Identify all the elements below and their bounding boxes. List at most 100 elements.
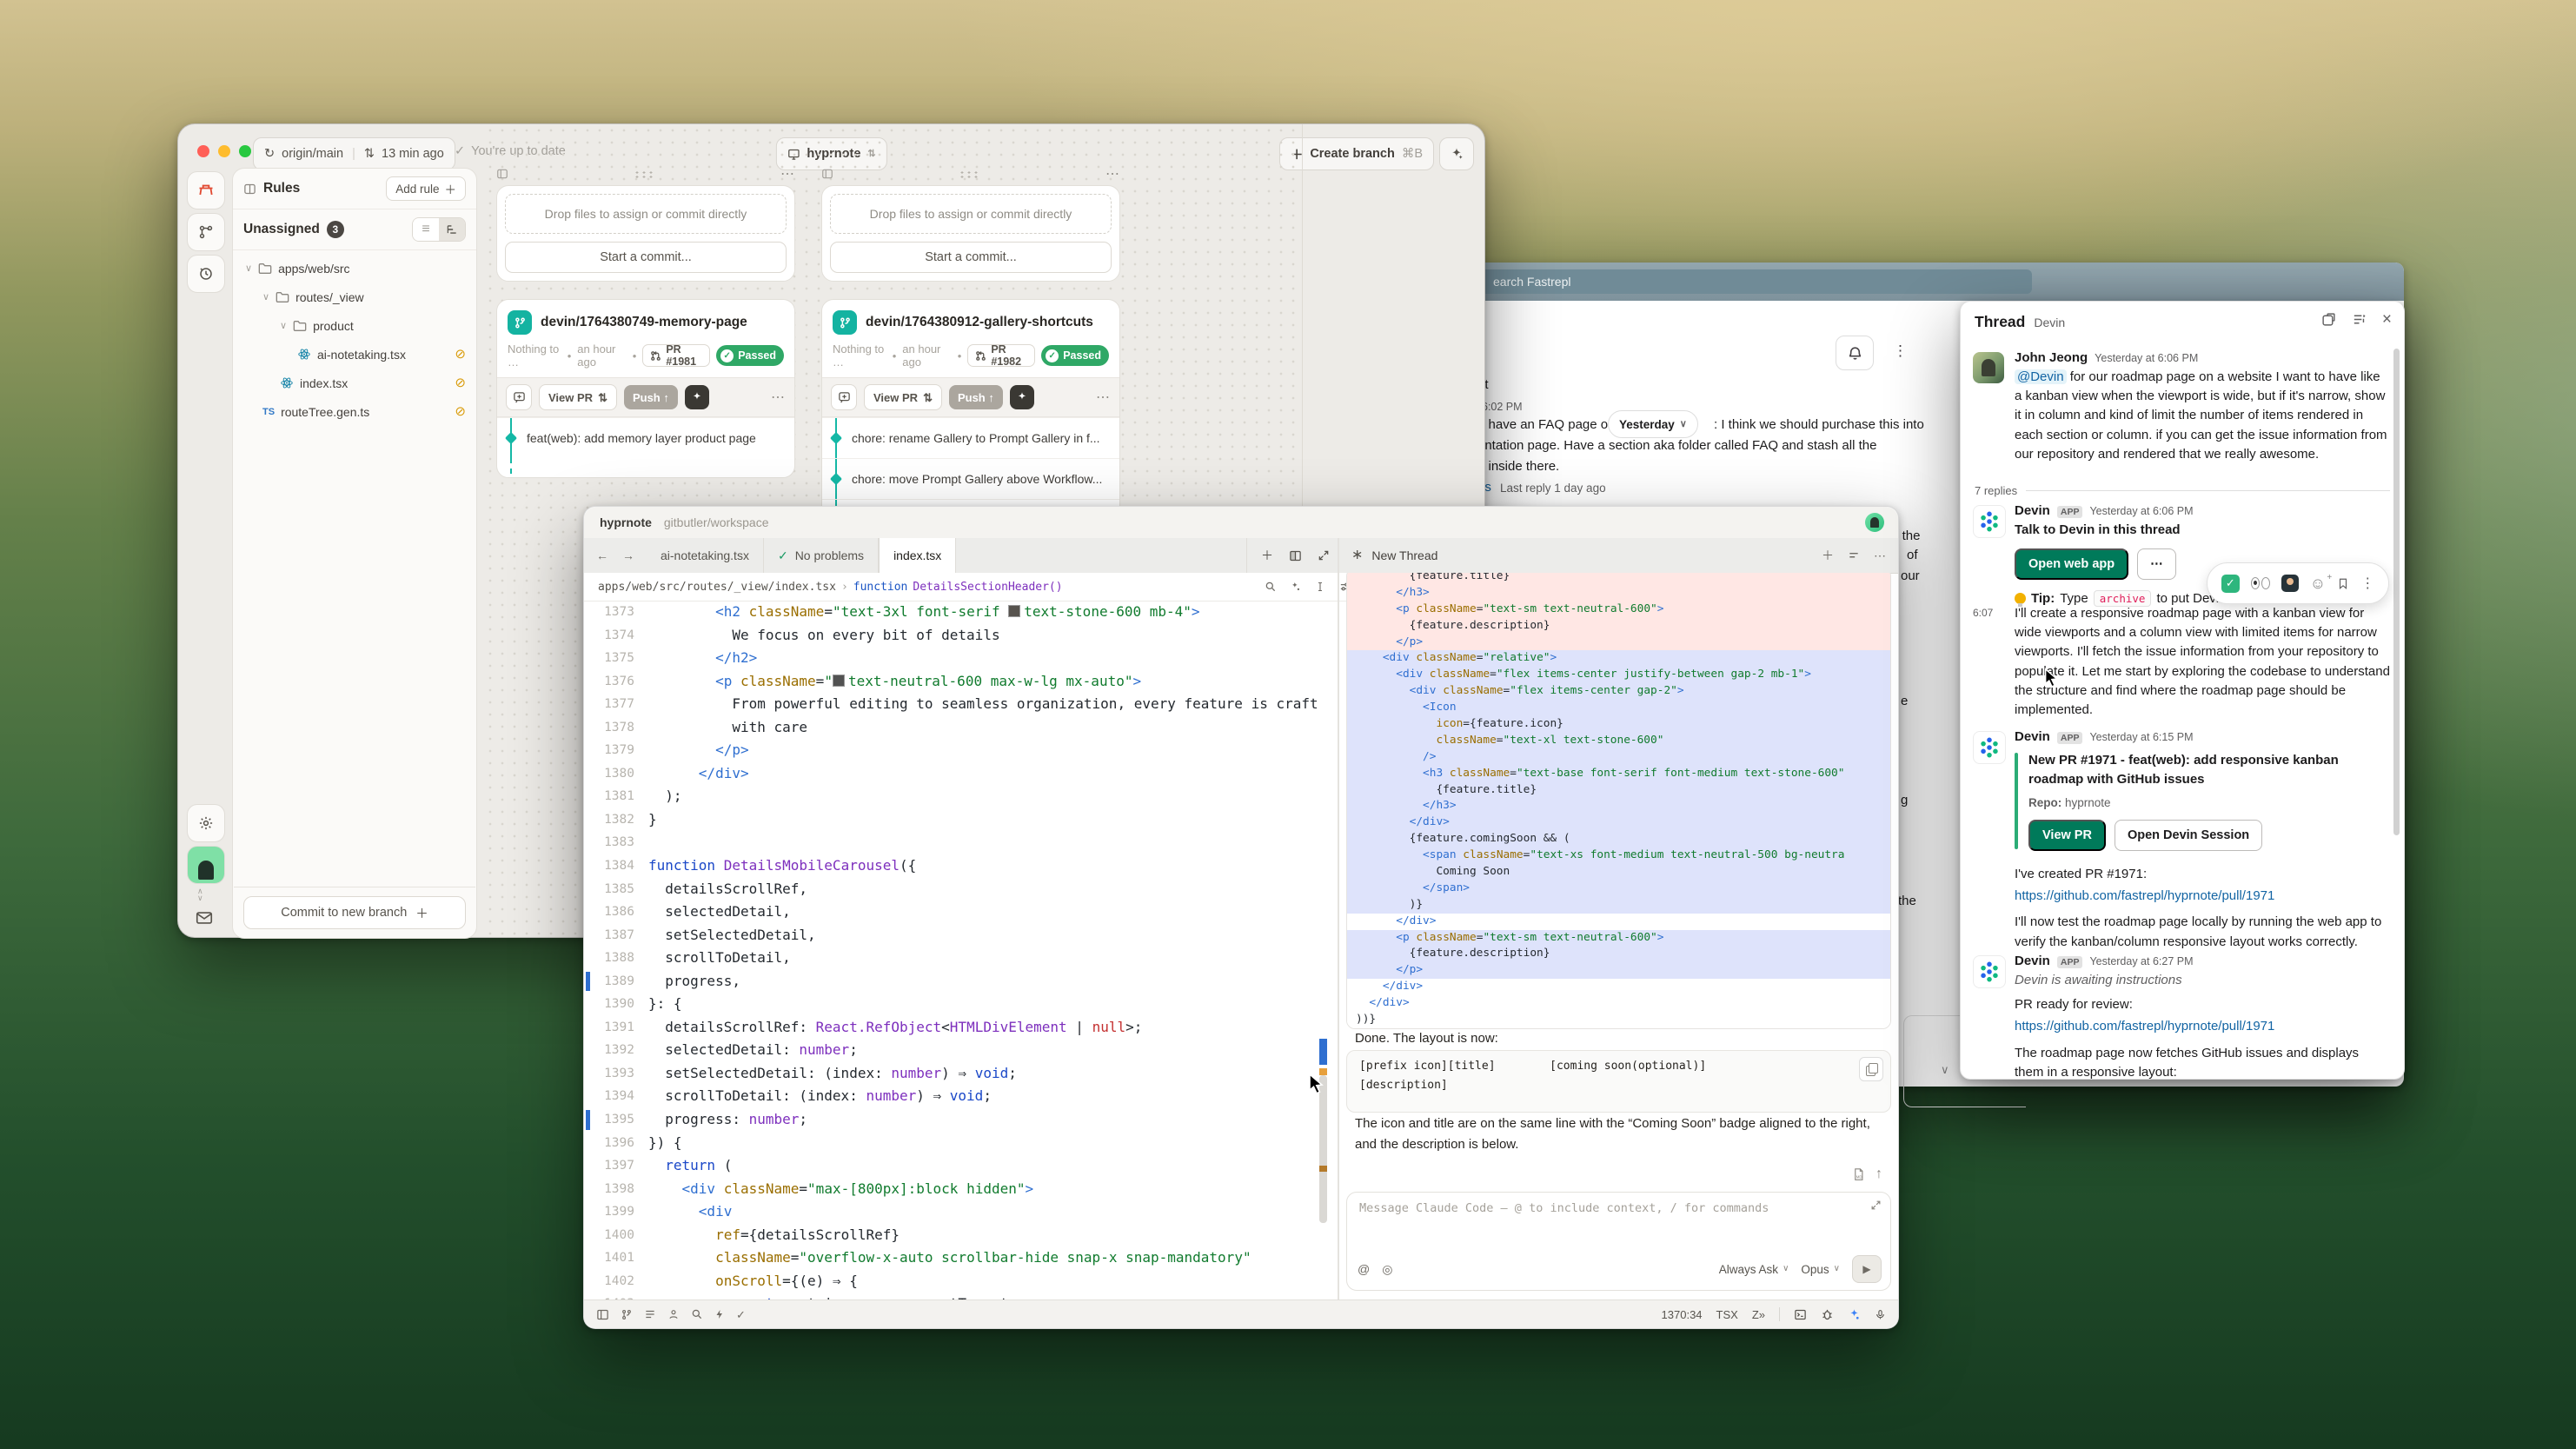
- code-line-1382[interactable]: 1382}: [584, 808, 1318, 832]
- tree-item-product[interactable]: ∨product: [233, 311, 476, 340]
- commit-row[interactable]: chore: move Prompt Gallery above Workflo…: [822, 458, 1119, 499]
- ibeam-cursor-icon[interactable]: [1315, 581, 1325, 593]
- claude-composer[interactable]: Message Claude Code — @ to include conte…: [1346, 1192, 1891, 1291]
- thread-settings-icon[interactable]: [2352, 312, 2367, 327]
- tree-view-button[interactable]: [439, 218, 465, 241]
- drag-handle-icon[interactable]: [959, 170, 981, 178]
- vim-mode-indicator[interactable]: Z»: [1752, 1308, 1765, 1321]
- open-devin-session-button[interactable]: Open Devin Session: [2115, 820, 2262, 851]
- ai-commit-button[interactable]: [685, 385, 709, 409]
- thread-scrollbar[interactable]: [2393, 349, 2400, 835]
- date-divider-pill[interactable]: Yesterday∨: [1608, 410, 1698, 438]
- thread-list-icon[interactable]: [1848, 549, 1860, 562]
- markdown-file-icon[interactable]: MD: [1852, 1167, 1865, 1181]
- commit-to-new-branch-button[interactable]: Commit to new branch ＋: [243, 896, 466, 929]
- tab-index-tsx[interactable]: index.tsx: [879, 538, 956, 573]
- code-line-1393[interactable]: 1393 setSelectedDetail: (index: number) …: [584, 1062, 1318, 1086]
- view-pr-button[interactable]: View PR: [2028, 820, 2106, 851]
- code-line-1394[interactable]: 1394 scrollToDetail: (index: number) ⇒ v…: [584, 1085, 1318, 1108]
- branch-menu-icon[interactable]: ⋯: [1096, 389, 1111, 406]
- check-emoji-reaction[interactable]: ✓: [2221, 575, 2240, 593]
- branch-name[interactable]: devin/1764380749-memory-page: [541, 315, 747, 330]
- context-target-icon[interactable]: ◎: [1382, 1263, 1392, 1275]
- code-line-1376[interactable]: 1376 <p className="text-neutral-600 max-…: [584, 670, 1318, 694]
- code-line-1378[interactable]: 1378 with care: [584, 716, 1318, 740]
- add-reaction-icon[interactable]: ☺+: [2310, 575, 2326, 593]
- lane-menu-icon[interactable]: ⋯: [780, 165, 795, 183]
- tab-ai-notetaking[interactable]: ai-notetaking.tsx: [647, 538, 764, 573]
- code-line-1399[interactable]: 1399 <div: [584, 1200, 1318, 1224]
- model-select[interactable]: Opus∨: [1801, 1263, 1840, 1276]
- pr-pill[interactable]: PR #1982: [967, 344, 1035, 367]
- commit-row[interactable]: feat(web): add memory layer product page: [497, 417, 794, 458]
- technologist-emoji-reaction[interactable]: [2281, 575, 2299, 592]
- code-line-1374[interactable]: 1374 We focus on every bit of details: [584, 624, 1318, 648]
- message-hover-toolbar[interactable]: ✓ ☺+ ⋮: [2207, 562, 2389, 604]
- collab-avatar[interactable]: [1865, 513, 1884, 532]
- permission-mode-select[interactable]: Always Ask∨: [1719, 1263, 1789, 1276]
- search-icon[interactable]: [691, 1308, 703, 1320]
- more-options-button[interactable]: ⋯: [2137, 548, 2176, 580]
- language-mode[interactable]: TSX: [1716, 1308, 1738, 1321]
- tree-item-ai-notetaking-tsx[interactable]: ai-notetaking.tsx⊘: [233, 340, 476, 369]
- code-line-1387[interactable]: 1387 setSelectedDetail,: [584, 924, 1318, 947]
- quick-actions-bolt-icon[interactable]: [714, 1308, 725, 1320]
- assign-files-button[interactable]: [831, 384, 857, 410]
- code-line-1391[interactable]: 1391 detailsScrollRef: React.RefObject<H…: [584, 1016, 1318, 1040]
- push-button[interactable]: Push ↑: [624, 385, 678, 409]
- ai-assistant-icon[interactable]: [1848, 1308, 1861, 1321]
- sync-status-button[interactable]: ↻ origin/main| ⇅ 13 min ago: [253, 137, 455, 170]
- terminal-icon[interactable]: [1794, 1308, 1807, 1321]
- copy-button[interactable]: [1859, 1057, 1883, 1081]
- ai-commit-button[interactable]: [1010, 385, 1034, 409]
- code-line-1396[interactable]: 1396}) {: [584, 1132, 1318, 1155]
- mention-devin[interactable]: @Devin: [2015, 369, 2067, 384]
- back-icon[interactable]: ←: [596, 549, 608, 562]
- code-line-1377[interactable]: 1377 From powerful editing to seamless o…: [584, 693, 1318, 716]
- start-commit-button[interactable]: Start a commit...: [830, 242, 1112, 273]
- ci-status-badge[interactable]: ✓Passed: [1041, 345, 1109, 366]
- message-actions[interactable]: MD ↑: [1852, 1167, 1882, 1181]
- microphone-icon[interactable]: [1875, 1308, 1886, 1321]
- more-actions-icon[interactable]: ⋮: [2360, 575, 2374, 592]
- code-line-1380[interactable]: 1380 </div>: [584, 762, 1318, 786]
- scroll-up-icon[interactable]: ↑: [1876, 1167, 1882, 1181]
- tab-nav[interactable]: ← →: [584, 538, 647, 573]
- start-commit-button[interactable]: Start a commit...: [505, 242, 787, 273]
- bookmark-icon[interactable]: [2337, 576, 2349, 591]
- cursor-position[interactable]: 1370:34: [1662, 1308, 1703, 1321]
- close-icon[interactable]: ×: [2382, 311, 2392, 328]
- expand-pane-icon[interactable]: [1318, 549, 1330, 562]
- forward-icon[interactable]: →: [622, 549, 634, 562]
- assign-files-button[interactable]: [506, 384, 532, 410]
- collapse-lane-icon[interactable]: [821, 168, 833, 180]
- account-switcher-icon[interactable]: ∧∨: [197, 887, 203, 901]
- outline-list-icon[interactable]: [644, 1308, 656, 1320]
- notifications-bell-button[interactable]: [1836, 336, 1874, 370]
- drag-handle-icon[interactable]: [634, 170, 656, 178]
- history-nav-button[interactable]: [187, 255, 225, 293]
- ci-status-badge[interactable]: ✓Passed: [716, 345, 784, 366]
- code-line-1381[interactable]: 1381 );: [584, 785, 1318, 808]
- lane-menu-icon[interactable]: ⋯: [1105, 165, 1120, 183]
- collab-user-icon[interactable]: [667, 1308, 680, 1320]
- code-line-1390[interactable]: 1390}: {: [584, 993, 1318, 1016]
- code-editor[interactable]: 1373 <h2 className="text-3xl font-serif …: [584, 601, 1318, 1300]
- code-line-1379[interactable]: 1379 </p>: [584, 739, 1318, 762]
- code-line-1388[interactable]: 1388 scrollToDetail,: [584, 947, 1318, 970]
- drop-files-zone[interactable]: Drop files to assign or commit directly: [505, 194, 787, 234]
- tree-item-routetree-gen-ts[interactable]: TSrouteTree.gen.ts⊘: [233, 397, 476, 426]
- drop-files-zone[interactable]: Drop files to assign or commit directly: [830, 194, 1112, 234]
- settings-button[interactable]: [187, 804, 225, 842]
- git-branch-icon[interactable]: [621, 1308, 633, 1321]
- new-tab-plus-icon[interactable]: ＋: [1261, 549, 1273, 562]
- ai-actions-button[interactable]: [1439, 137, 1474, 170]
- code-line-1398[interactable]: 1398 <div className="max-[800px]:block h…: [584, 1178, 1318, 1201]
- more-icon[interactable]: ⋯: [1874, 549, 1886, 562]
- open-web-app-button[interactable]: Open web app: [2015, 548, 2128, 580]
- code-line-1383[interactable]: 1383: [584, 831, 1318, 854]
- expand-composer-icon[interactable]: [1870, 1200, 1882, 1211]
- code-line-1375[interactable]: 1375 </h2>: [584, 647, 1318, 670]
- branch-name[interactable]: devin/1764380912-gallery-shortcuts: [866, 315, 1093, 330]
- pr-link[interactable]: https://github.com/fastrepl/hyprnote/pul…: [2015, 1019, 2274, 1034]
